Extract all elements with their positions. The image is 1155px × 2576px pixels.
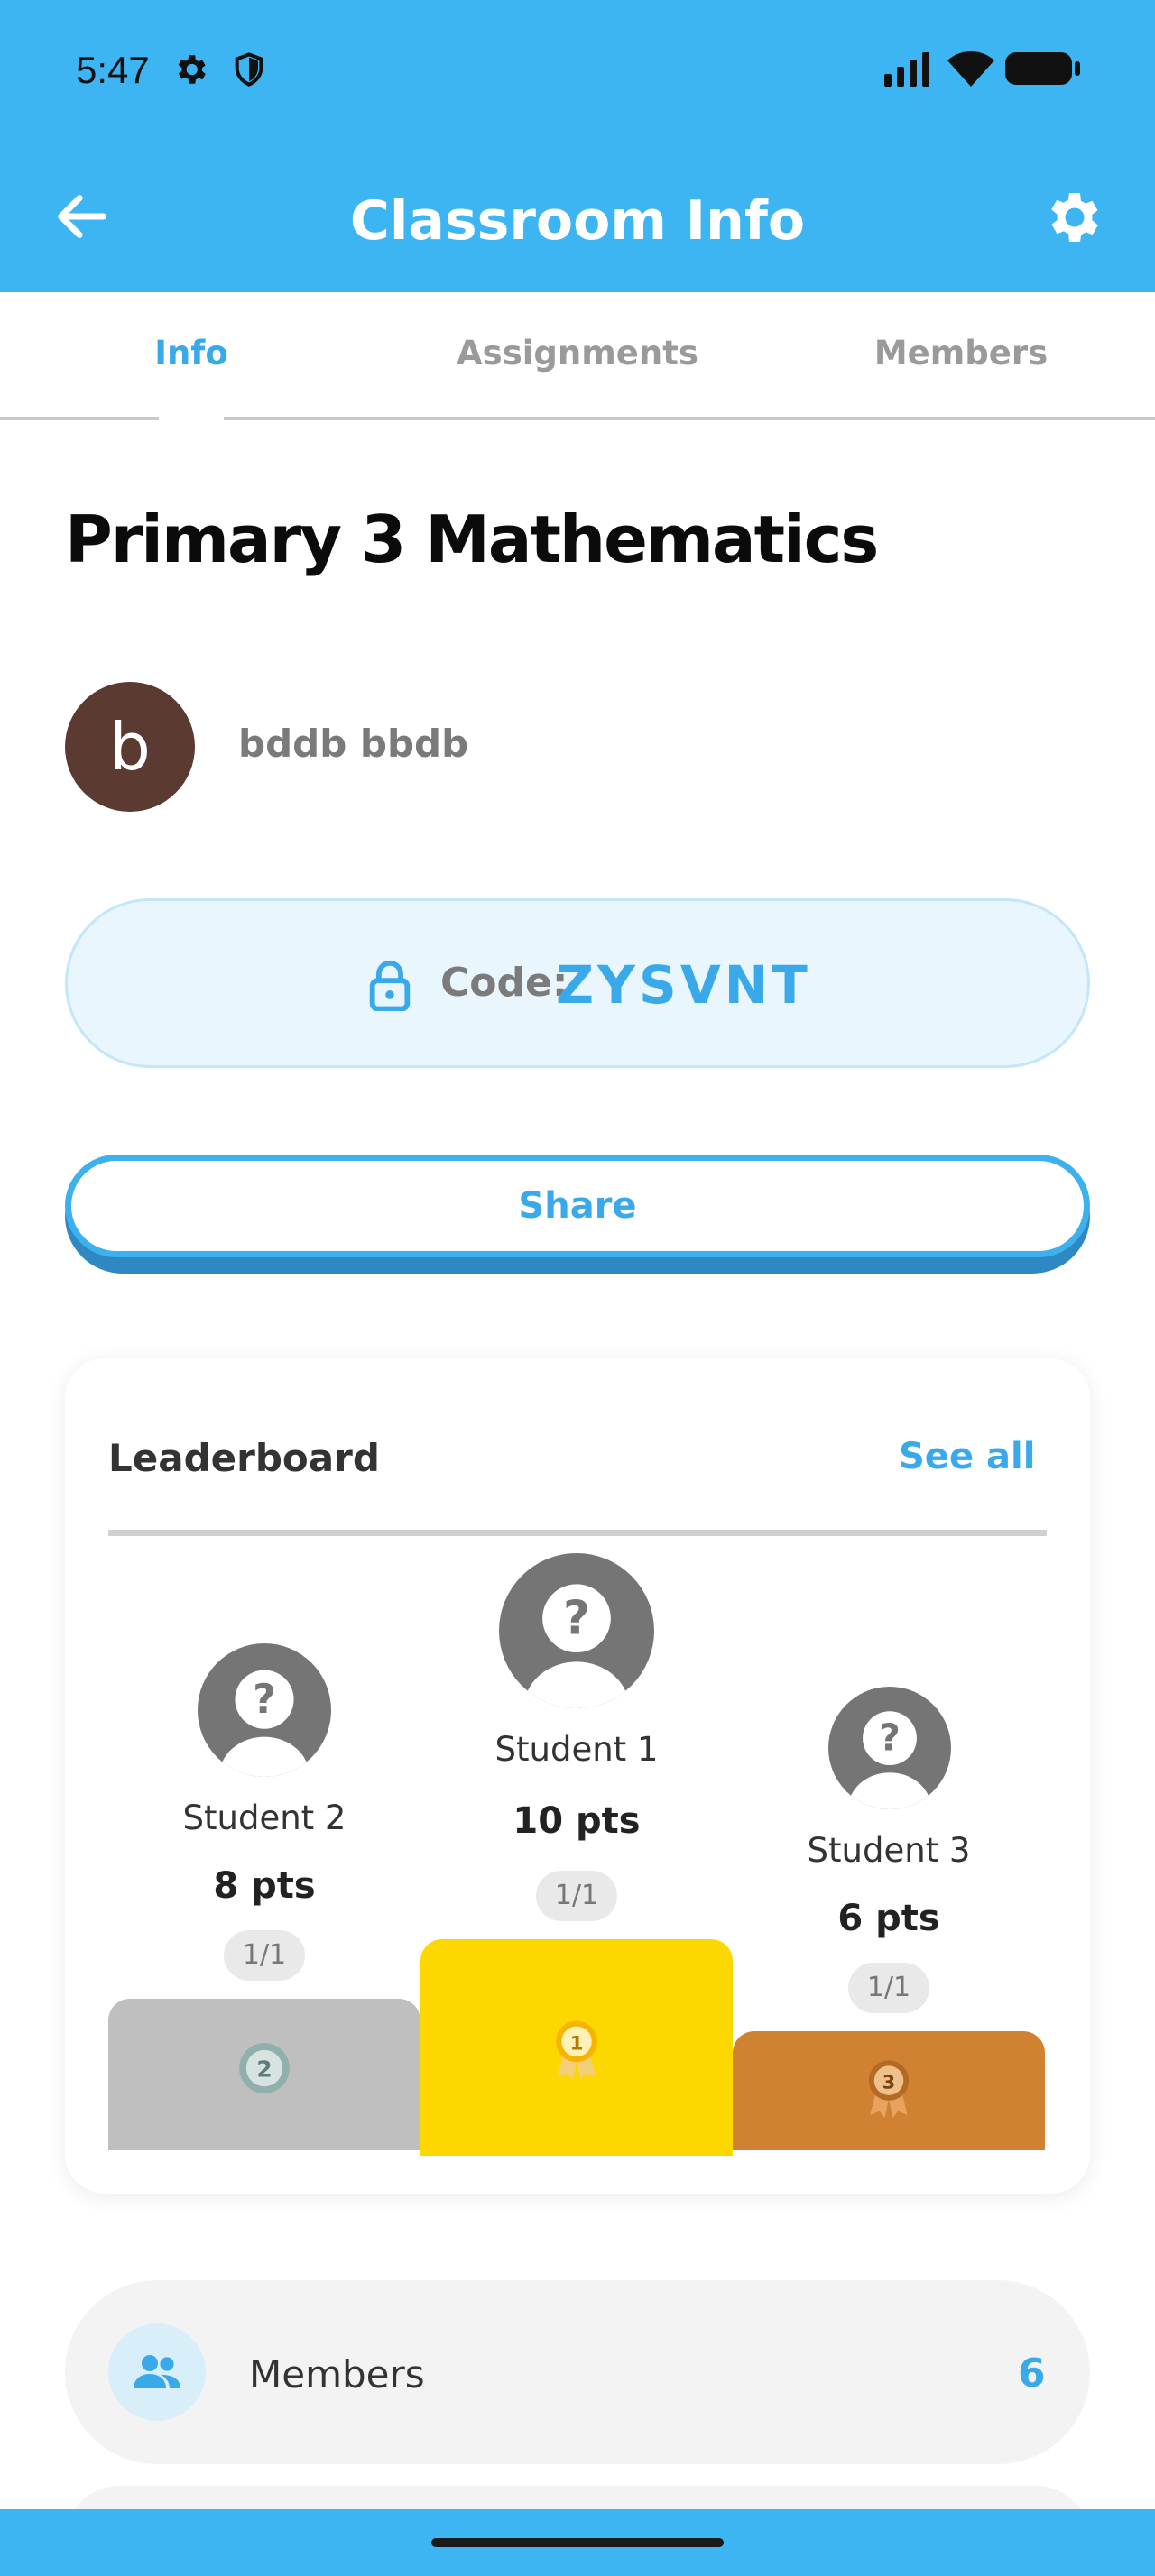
svg-text:?: ? xyxy=(253,1677,276,1723)
class-code-value: ZYSVNT xyxy=(556,954,811,1016)
signal-icon xyxy=(884,52,929,87)
gold-medal-rank: 1 xyxy=(570,2033,584,2056)
student-3-avatar-icon: ? xyxy=(828,1687,951,1809)
student-2-avatar-icon: ? xyxy=(198,1643,331,1777)
members-row-label: Members xyxy=(249,2352,425,2397)
tab-assignments[interactable]: Assignments xyxy=(433,334,722,373)
silver-medal-icon: 2 xyxy=(239,2043,290,2093)
share-button[interactable]: Share xyxy=(65,1155,1090,1257)
student-1-name: Student 1 xyxy=(494,1730,659,1769)
page-title: Classroom Info xyxy=(349,189,806,253)
wifi-icon xyxy=(947,51,994,87)
code-label: Code: xyxy=(440,960,568,1006)
student-1-points: 10 pts xyxy=(513,1800,641,1842)
silver-medal-rank: 2 xyxy=(256,2056,272,2082)
bronze-medal-icon: 3 xyxy=(868,2060,910,2118)
active-tab-indicator xyxy=(159,417,224,422)
svg-text:?: ? xyxy=(563,1591,590,1645)
gear-icon xyxy=(178,55,206,84)
bronze-medal-rank: 3 xyxy=(882,2071,895,2093)
shield-icon xyxy=(235,52,263,87)
people-icon xyxy=(134,2355,180,2388)
see-all-link[interactable]: See all xyxy=(899,1436,1035,1477)
tab-bar: Info Assignments Members xyxy=(0,292,1155,420)
lock-icon xyxy=(369,960,411,1011)
members-icon-badge xyxy=(108,2323,206,2421)
members-row[interactable] xyxy=(65,2280,1090,2464)
status-time: 5:47 xyxy=(76,49,150,91)
student-2-name: Student 2 xyxy=(182,1799,346,1837)
owner-name: bddb bbdb xyxy=(238,722,469,766)
gold-medal-icon: 1 xyxy=(556,2020,597,2080)
student-3-points: 6 pts xyxy=(837,1898,940,1939)
status-bar: 5:47 xyxy=(0,0,1155,135)
student-2-points: 8 pts xyxy=(213,1865,316,1907)
settings-gear-icon[interactable] xyxy=(1040,185,1104,250)
student-2-progress: 1/1 xyxy=(224,1930,305,1981)
members-count: 6 xyxy=(1018,2351,1046,2397)
student-3-name: Student 3 xyxy=(807,1831,971,1870)
leaderboard-divider xyxy=(108,1530,1047,1536)
student-3-progress: 1/1 xyxy=(848,1963,929,2013)
home-indicator[interactable] xyxy=(431,2538,724,2547)
app-bar: Classroom Info xyxy=(0,135,1155,292)
tab-members[interactable]: Members xyxy=(848,334,1074,373)
student-1-avatar-icon: ? xyxy=(499,1553,654,1708)
battery-icon xyxy=(1005,52,1080,85)
tab-info[interactable]: Info xyxy=(114,334,269,373)
svg-text:?: ? xyxy=(879,1716,901,1760)
student-1-progress: 1/1 xyxy=(536,1871,617,1921)
leaderboard-title: Leaderboard xyxy=(108,1436,380,1480)
owner-avatar: b xyxy=(65,682,195,812)
classroom-title: Primary 3 Mathematics xyxy=(65,501,879,577)
